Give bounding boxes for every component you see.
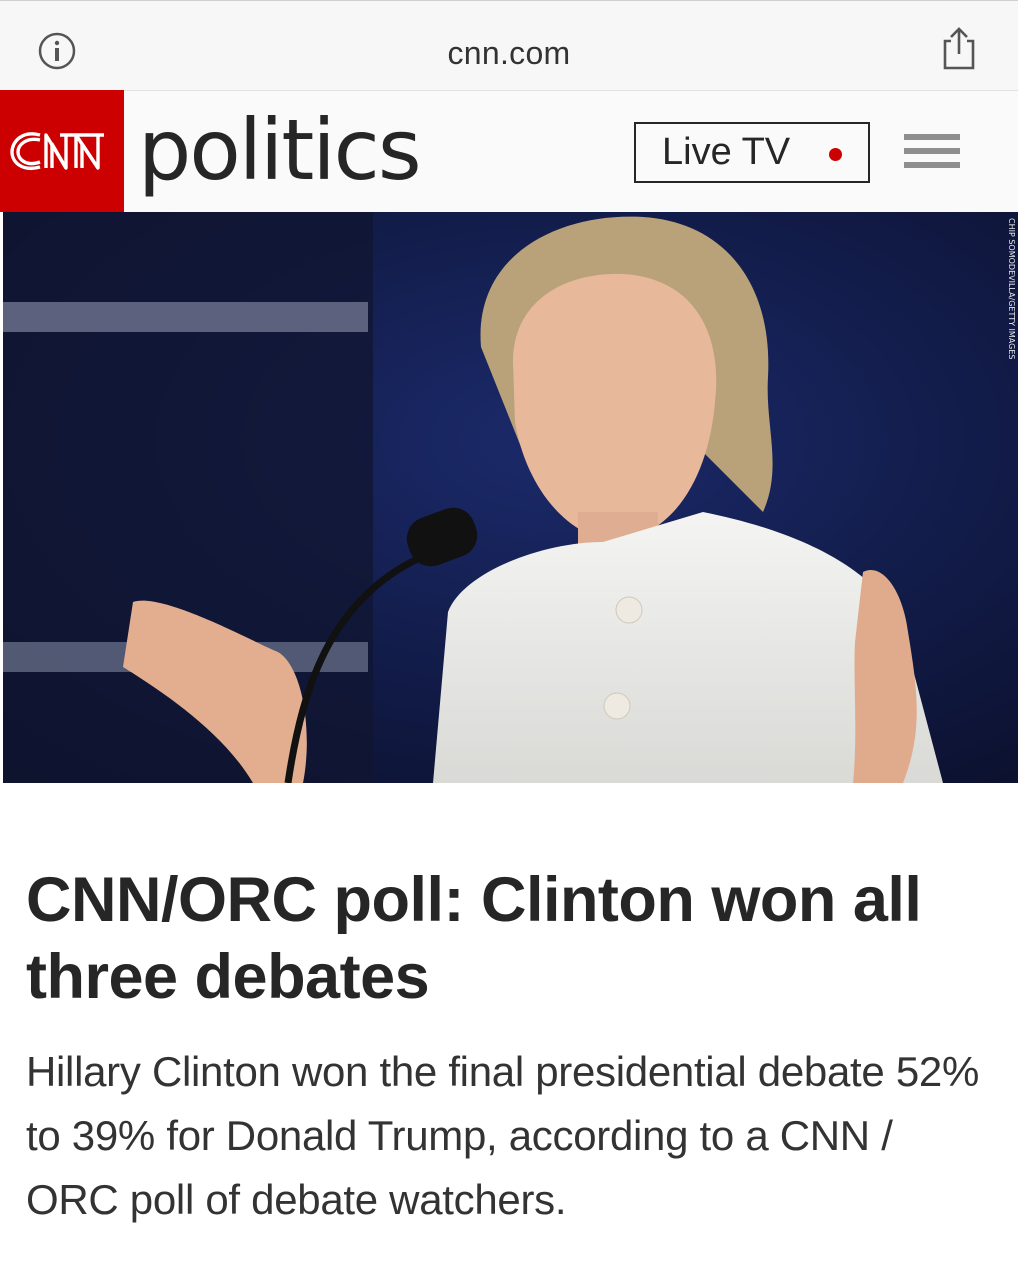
hero-photo-illustration (3, 212, 1018, 783)
section-name[interactable]: politics (138, 101, 422, 199)
site-header: politics Live TV (0, 90, 1018, 212)
browser-url-bar: cnn.com (0, 0, 1018, 90)
article-summary: Hillary Clinton won the final presidenti… (26, 1048, 979, 1223)
cnn-logo-mark (10, 132, 104, 170)
hamburger-menu-icon[interactable] (904, 134, 960, 174)
cnn-logo[interactable] (0, 90, 124, 212)
article-headline[interactable]: CNN/ORC poll: Clinton won all three deba… (26, 862, 996, 1016)
photo-credit: CHIP SOMODEVILLA/GETTY IMAGES (1007, 218, 1016, 360)
hero-photo[interactable]: CHIP SOMODEVILLA/GETTY IMAGES (3, 212, 1018, 783)
share-icon[interactable] (940, 27, 978, 71)
live-indicator-dot (829, 148, 842, 161)
live-tv-button[interactable]: Live TV (634, 122, 870, 183)
url-text[interactable]: cnn.com (0, 35, 1018, 72)
live-tv-label: Live TV (662, 131, 791, 173)
